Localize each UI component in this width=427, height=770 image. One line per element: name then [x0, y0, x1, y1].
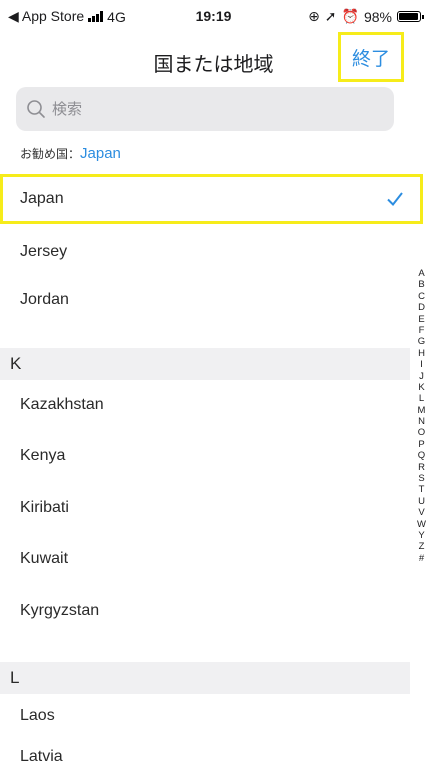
list-item-label: Kuwait — [20, 550, 69, 567]
index-letter[interactable]: B — [416, 279, 427, 290]
search-icon — [27, 100, 45, 118]
index-letter[interactable]: H — [416, 348, 427, 359]
alarm-icon: ⏰ — [341, 8, 359, 24]
list-item[interactable]: Latvia — [0, 740, 410, 770]
index-letter[interactable]: Q — [416, 450, 427, 461]
index-letter[interactable]: R — [416, 462, 427, 473]
index-letter[interactable]: L — [416, 393, 427, 404]
recommended-country: お勧め国：Japan — [20, 145, 121, 162]
list-item-label: Kazakhstan — [20, 396, 104, 413]
index-letter[interactable]: V — [416, 507, 427, 518]
list-item-label: Laos — [20, 707, 55, 724]
index-letter[interactable]: Z — [416, 541, 427, 552]
index-letter[interactable]: T — [416, 484, 427, 495]
list-item-label: Kyrgyzstan — [20, 602, 100, 619]
index-letter[interactable]: K — [416, 382, 427, 393]
index-letter[interactable]: A — [416, 268, 427, 279]
index-letter[interactable]: D — [416, 302, 427, 313]
recommended-country-link[interactable]: Japan — [80, 145, 121, 162]
list-item-label: Jordan — [20, 291, 69, 308]
rotation-lock-icon: ⊕ — [308, 8, 320, 24]
section-index[interactable]: A B C D E F G H I J K L M N O P Q R S T … — [416, 268, 427, 564]
index-letter[interactable]: F — [416, 325, 427, 336]
index-letter[interactable]: E — [416, 314, 427, 325]
index-letter[interactable]: N — [416, 416, 427, 427]
list-item-label: Kiribati — [20, 499, 69, 516]
search-bar[interactable] — [16, 87, 394, 131]
list-item[interactable]: Kyrgyzstan — [0, 584, 410, 638]
index-letter[interactable]: I — [416, 359, 427, 370]
list-item-label: Latvia — [20, 748, 63, 765]
list-item-selected[interactable]: Japan — [0, 174, 423, 224]
list-item[interactable]: Kazakhstan — [0, 380, 410, 430]
index-letter[interactable]: Y — [416, 530, 427, 541]
list-item[interactable]: Kuwait — [0, 534, 410, 584]
navigation-bar: 国または地域 終了 — [0, 32, 427, 92]
list-item[interactable]: Laos — [0, 694, 410, 738]
list-item-label: Kenya — [20, 447, 66, 464]
list-item-label: Japan — [20, 190, 64, 207]
index-letter[interactable]: # — [416, 553, 427, 564]
battery-percent: 98% — [363, 8, 392, 25]
section-header-k: K — [0, 348, 410, 380]
section-header-l: L — [0, 662, 410, 694]
done-button[interactable]: 終了 — [338, 32, 404, 82]
recommended-label: お勧め国： — [20, 147, 81, 161]
index-letter[interactable]: J — [416, 371, 427, 382]
status-bar: ◀ App Store 4G 19:19 ⊕ ➚ ⏰ 98% — [0, 0, 427, 32]
search-input[interactable] — [52, 87, 382, 131]
list-item-label: Jersey — [20, 243, 68, 260]
index-letter[interactable]: O — [416, 427, 427, 438]
index-letter[interactable]: C — [416, 291, 427, 302]
location-icon: ➚ — [324, 8, 337, 24]
index-letter[interactable]: U — [416, 496, 427, 507]
index-letter[interactable]: M — [416, 405, 427, 416]
index-letter[interactable]: W — [416, 519, 427, 530]
checkmark-icon — [387, 192, 403, 207]
index-letter[interactable]: P — [416, 439, 427, 450]
index-letter[interactable]: S — [416, 473, 427, 484]
list-item[interactable]: Kenya — [0, 430, 410, 482]
status-right: ⊕ ➚ ⏰ 98% — [308, 8, 424, 25]
list-item[interactable]: Jersey — [0, 227, 410, 277]
index-letter[interactable]: G — [416, 336, 427, 347]
list-item[interactable]: Kiribati — [0, 482, 410, 534]
list-item[interactable]: Jordan — [0, 278, 410, 322]
battery-icon — [397, 11, 424, 22]
